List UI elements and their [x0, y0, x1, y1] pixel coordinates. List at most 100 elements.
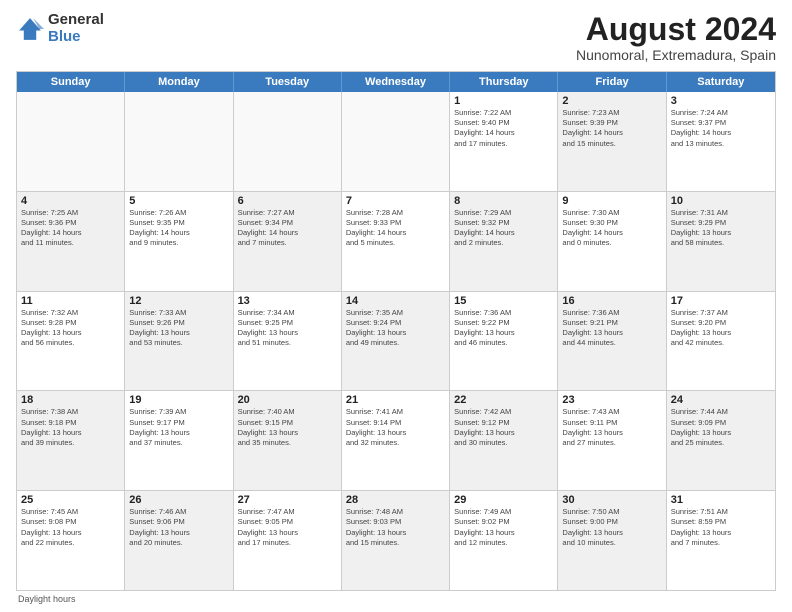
header-day-thursday: Thursday — [450, 72, 558, 92]
calendar: SundayMondayTuesdayWednesdayThursdayFrid… — [16, 71, 776, 591]
day-info: Sunrise: 7:41 AM Sunset: 9:14 PM Dayligh… — [346, 407, 445, 448]
day-number: 3 — [671, 95, 771, 107]
day-info: Sunrise: 7:22 AM Sunset: 9:40 PM Dayligh… — [454, 108, 553, 149]
day-info: Sunrise: 7:26 AM Sunset: 9:35 PM Dayligh… — [129, 208, 228, 249]
logo-general-text: General — [48, 12, 104, 29]
day-info: Sunrise: 7:40 AM Sunset: 9:15 PM Dayligh… — [238, 407, 337, 448]
calendar-cell: 29Sunrise: 7:49 AM Sunset: 9:02 PM Dayli… — [450, 491, 558, 590]
calendar-cell: 9Sunrise: 7:30 AM Sunset: 9:30 PM Daylig… — [558, 192, 666, 291]
calendar-cell: 17Sunrise: 7:37 AM Sunset: 9:20 PM Dayli… — [667, 292, 775, 391]
day-number: 23 — [562, 394, 661, 406]
calendar-cell: 7Sunrise: 7:28 AM Sunset: 9:33 PM Daylig… — [342, 192, 450, 291]
calendar-cell: 4Sunrise: 7:25 AM Sunset: 9:36 PM Daylig… — [17, 192, 125, 291]
calendar-cell: 23Sunrise: 7:43 AM Sunset: 9:11 PM Dayli… — [558, 391, 666, 490]
calendar-cell: 11Sunrise: 7:32 AM Sunset: 9:28 PM Dayli… — [17, 292, 125, 391]
day-info: Sunrise: 7:28 AM Sunset: 9:33 PM Dayligh… — [346, 208, 445, 249]
calendar-cell — [342, 92, 450, 191]
day-info: Sunrise: 7:23 AM Sunset: 9:39 PM Dayligh… — [562, 108, 661, 149]
day-info: Sunrise: 7:36 AM Sunset: 9:22 PM Dayligh… — [454, 308, 553, 349]
calendar-cell: 5Sunrise: 7:26 AM Sunset: 9:35 PM Daylig… — [125, 192, 233, 291]
day-info: Sunrise: 7:31 AM Sunset: 9:29 PM Dayligh… — [671, 208, 771, 249]
day-number: 19 — [129, 394, 228, 406]
day-number: 11 — [21, 295, 120, 307]
day-number: 27 — [238, 494, 337, 506]
day-info: Sunrise: 7:34 AM Sunset: 9:25 PM Dayligh… — [238, 308, 337, 349]
page: General Blue August 2024 Nunomoral, Extr… — [0, 0, 792, 612]
day-number: 17 — [671, 295, 771, 307]
day-number: 2 — [562, 95, 661, 107]
day-number: 30 — [562, 494, 661, 506]
header-day-friday: Friday — [558, 72, 666, 92]
calendar-cell: 1Sunrise: 7:22 AM Sunset: 9:40 PM Daylig… — [450, 92, 558, 191]
day-number: 9 — [562, 195, 661, 207]
logo-text: General Blue — [48, 12, 104, 45]
day-number: 5 — [129, 195, 228, 207]
logo-blue-text: Blue — [48, 29, 104, 46]
calendar-row-4: 25Sunrise: 7:45 AM Sunset: 9:08 PM Dayli… — [17, 490, 775, 590]
day-number: 20 — [238, 394, 337, 406]
day-number: 12 — [129, 295, 228, 307]
title-block: August 2024 Nunomoral, Extremadura, Spai… — [576, 12, 776, 63]
calendar-cell — [234, 92, 342, 191]
calendar-cell: 28Sunrise: 7:48 AM Sunset: 9:03 PM Dayli… — [342, 491, 450, 590]
day-number: 26 — [129, 494, 228, 506]
day-number: 24 — [671, 394, 771, 406]
calendar-cell — [17, 92, 125, 191]
day-number: 6 — [238, 195, 337, 207]
day-info: Sunrise: 7:30 AM Sunset: 9:30 PM Dayligh… — [562, 208, 661, 249]
day-number: 28 — [346, 494, 445, 506]
day-info: Sunrise: 7:45 AM Sunset: 9:08 PM Dayligh… — [21, 507, 120, 548]
calendar-header: SundayMondayTuesdayWednesdayThursdayFrid… — [17, 72, 775, 92]
header-day-sunday: Sunday — [17, 72, 125, 92]
day-info: Sunrise: 7:37 AM Sunset: 9:20 PM Dayligh… — [671, 308, 771, 349]
calendar-row-1: 4Sunrise: 7:25 AM Sunset: 9:36 PM Daylig… — [17, 191, 775, 291]
day-number: 14 — [346, 295, 445, 307]
day-info: Sunrise: 7:24 AM Sunset: 9:37 PM Dayligh… — [671, 108, 771, 149]
footer-note: Daylight hours — [16, 591, 776, 604]
calendar-cell: 22Sunrise: 7:42 AM Sunset: 9:12 PM Dayli… — [450, 391, 558, 490]
calendar-cell: 24Sunrise: 7:44 AM Sunset: 9:09 PM Dayli… — [667, 391, 775, 490]
header-day-saturday: Saturday — [667, 72, 775, 92]
day-number: 13 — [238, 295, 337, 307]
day-info: Sunrise: 7:43 AM Sunset: 9:11 PM Dayligh… — [562, 407, 661, 448]
calendar-cell: 25Sunrise: 7:45 AM Sunset: 9:08 PM Dayli… — [17, 491, 125, 590]
calendar-cell: 20Sunrise: 7:40 AM Sunset: 9:15 PM Dayli… — [234, 391, 342, 490]
logo-icon — [16, 15, 44, 43]
header: General Blue August 2024 Nunomoral, Extr… — [16, 12, 776, 63]
header-day-wednesday: Wednesday — [342, 72, 450, 92]
day-number: 15 — [454, 295, 553, 307]
calendar-cell: 2Sunrise: 7:23 AM Sunset: 9:39 PM Daylig… — [558, 92, 666, 191]
day-info: Sunrise: 7:35 AM Sunset: 9:24 PM Dayligh… — [346, 308, 445, 349]
calendar-cell: 6Sunrise: 7:27 AM Sunset: 9:34 PM Daylig… — [234, 192, 342, 291]
calendar-cell: 3Sunrise: 7:24 AM Sunset: 9:37 PM Daylig… — [667, 92, 775, 191]
day-number: 29 — [454, 494, 553, 506]
calendar-cell: 26Sunrise: 7:46 AM Sunset: 9:06 PM Dayli… — [125, 491, 233, 590]
calendar-cell: 13Sunrise: 7:34 AM Sunset: 9:25 PM Dayli… — [234, 292, 342, 391]
day-info: Sunrise: 7:42 AM Sunset: 9:12 PM Dayligh… — [454, 407, 553, 448]
logo: General Blue — [16, 12, 104, 45]
calendar-cell: 12Sunrise: 7:33 AM Sunset: 9:26 PM Dayli… — [125, 292, 233, 391]
day-number: 21 — [346, 394, 445, 406]
subtitle: Nunomoral, Extremadura, Spain — [576, 47, 776, 63]
calendar-cell: 30Sunrise: 7:50 AM Sunset: 9:00 PM Dayli… — [558, 491, 666, 590]
day-info: Sunrise: 7:47 AM Sunset: 9:05 PM Dayligh… — [238, 507, 337, 548]
header-day-monday: Monday — [125, 72, 233, 92]
day-info: Sunrise: 7:36 AM Sunset: 9:21 PM Dayligh… — [562, 308, 661, 349]
calendar-row-3: 18Sunrise: 7:38 AM Sunset: 9:18 PM Dayli… — [17, 390, 775, 490]
day-info: Sunrise: 7:49 AM Sunset: 9:02 PM Dayligh… — [454, 507, 553, 548]
header-day-tuesday: Tuesday — [234, 72, 342, 92]
calendar-cell: 18Sunrise: 7:38 AM Sunset: 9:18 PM Dayli… — [17, 391, 125, 490]
day-info: Sunrise: 7:51 AM Sunset: 8:59 PM Dayligh… — [671, 507, 771, 548]
day-number: 25 — [21, 494, 120, 506]
day-info: Sunrise: 7:50 AM Sunset: 9:00 PM Dayligh… — [562, 507, 661, 548]
calendar-cell: 27Sunrise: 7:47 AM Sunset: 9:05 PM Dayli… — [234, 491, 342, 590]
calendar-cell: 14Sunrise: 7:35 AM Sunset: 9:24 PM Dayli… — [342, 292, 450, 391]
calendar-cell — [125, 92, 233, 191]
day-info: Sunrise: 7:39 AM Sunset: 9:17 PM Dayligh… — [129, 407, 228, 448]
day-number: 4 — [21, 195, 120, 207]
calendar-cell: 8Sunrise: 7:29 AM Sunset: 9:32 PM Daylig… — [450, 192, 558, 291]
day-number: 7 — [346, 195, 445, 207]
day-number: 1 — [454, 95, 553, 107]
calendar-body: 1Sunrise: 7:22 AM Sunset: 9:40 PM Daylig… — [17, 92, 775, 590]
calendar-cell: 21Sunrise: 7:41 AM Sunset: 9:14 PM Dayli… — [342, 391, 450, 490]
